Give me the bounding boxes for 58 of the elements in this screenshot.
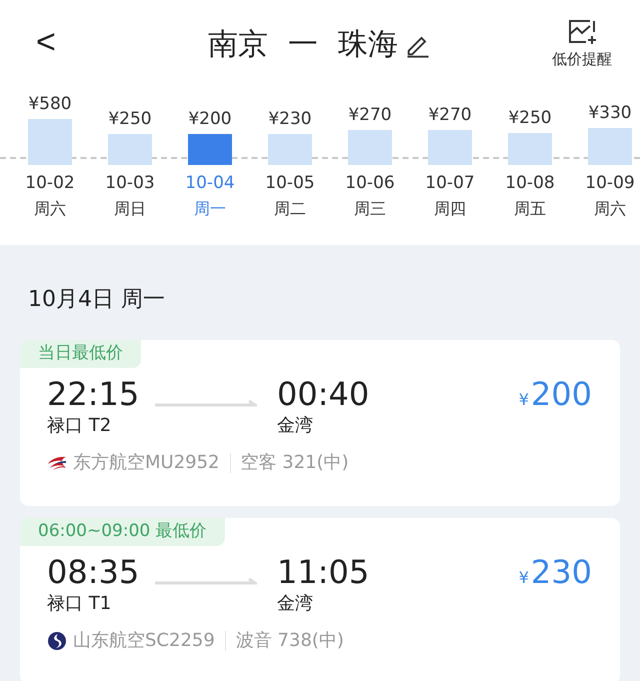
depart-time: 08:35: [47, 554, 140, 590]
arrive-airport: 金湾: [277, 414, 314, 438]
day-date[interactable]: 10-06: [345, 171, 395, 196]
day-price: ¥250: [508, 106, 552, 130]
depart-airport: 禄口 T1: [47, 592, 112, 616]
day-date[interactable]: 10-07: [425, 171, 475, 196]
back-button[interactable]: <: [36, 22, 56, 62]
day-price: ¥330: [588, 102, 632, 124]
day-price: ¥250: [108, 108, 152, 130]
price-bar[interactable]: [108, 134, 152, 165]
aircraft-type: 波音 738(中): [236, 629, 344, 653]
price-bar[interactable]: [28, 119, 72, 165]
day-price: ¥270: [348, 104, 392, 126]
arrive-time: 00:40: [277, 376, 370, 412]
day-price: ¥580: [28, 92, 72, 116]
day-weekday: 周四: [434, 198, 466, 220]
date-heading: 10月4日 周一: [27, 286, 166, 314]
flight-price: ¥230: [518, 554, 592, 590]
day-price: ¥230: [268, 108, 312, 130]
aircraft-type: 空客 321(中): [240, 451, 349, 475]
price-tag: 06:00~09:00 最低价: [20, 518, 225, 546]
origin-city: 南京: [208, 26, 268, 64]
day-price: ¥270: [428, 104, 472, 126]
flight-card[interactable]: 当日最低价 22:15 禄口 T2 00:40 金湾 ¥200 东方航空MU2952 空客 321(中): [20, 340, 620, 506]
price-bar[interactable]: [508, 133, 552, 165]
day-weekday: 周一: [194, 198, 226, 220]
price-bar[interactable]: [588, 128, 632, 165]
destination-city: 珠海: [338, 26, 398, 64]
day-price: ¥200: [188, 108, 232, 130]
day-weekday: 周日: [114, 198, 146, 220]
day-weekday: 周二: [274, 198, 306, 220]
flight-card[interactable]: 06:00~09:00 最低价 08:35 禄口 T1 11:05 金湾 ¥230 山东航空SC2259 波音 738(中): [20, 518, 620, 681]
day-date[interactable]: 10-02: [25, 171, 75, 196]
day-date[interactable]: 10-05: [265, 171, 315, 196]
day-weekday: 周六: [34, 198, 66, 220]
day-date[interactable]: 10-04: [185, 171, 235, 196]
price-bar[interactable]: [188, 134, 232, 165]
price-alert-button[interactable]: 低价提醒: [552, 18, 612, 70]
day-weekday: 周六: [594, 198, 626, 220]
arrive-airport: 金湾: [277, 592, 314, 616]
bird-logo-icon: [47, 454, 67, 470]
price-bar[interactable]: [428, 130, 472, 165]
day-weekday: 周五: [514, 198, 546, 220]
price-bar[interactable]: [348, 130, 392, 165]
airline-flight-number: 山东航空SC2259: [73, 629, 215, 653]
flight-price: ¥200: [518, 376, 592, 412]
day-date[interactable]: 10-09: [585, 171, 635, 196]
airline-flight-number: 东方航空MU2952: [73, 451, 220, 475]
depart-time: 22:15: [47, 376, 140, 412]
price-bar[interactable]: [268, 134, 312, 165]
route-dash: 一: [288, 26, 318, 64]
depart-airport: 禄口 T2: [47, 414, 112, 438]
circle-logo-icon: [47, 630, 67, 650]
arrive-time: 11:05: [277, 554, 370, 590]
day-date[interactable]: 10-08: [505, 171, 555, 196]
day-weekday: 周三: [354, 198, 386, 220]
day-date[interactable]: 10-03: [105, 171, 155, 196]
price-tag: 当日最低价: [20, 340, 141, 368]
